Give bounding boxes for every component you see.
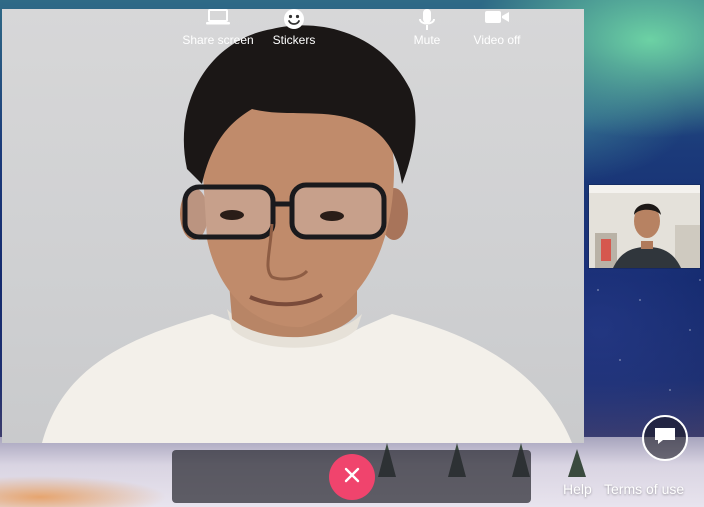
video-camera-icon: [484, 8, 510, 29]
mute-button[interactable]: Mute: [406, 0, 448, 53]
chat-bubble-icon: [654, 426, 676, 451]
chat-button[interactable]: [642, 415, 688, 461]
video-off-label: Video off: [473, 33, 521, 47]
self-view-video[interactable]: [589, 185, 700, 268]
laptop-icon: [205, 8, 231, 29]
stickers-button[interactable]: Stickers: [266, 0, 322, 53]
remote-participant: [42, 25, 572, 443]
video-off-button[interactable]: Video off: [466, 0, 528, 53]
mute-label: Mute: [413, 33, 441, 47]
smiley-icon: [283, 8, 305, 33]
microphone-icon: [418, 8, 436, 35]
stickers-label: Stickers: [272, 33, 316, 47]
close-icon: [343, 466, 361, 489]
local-participant: [589, 185, 700, 268]
remote-video: [2, 9, 584, 443]
tree: [568, 449, 586, 477]
horizon-glow: [0, 467, 200, 507]
share-screen-label: Share screen: [182, 33, 254, 47]
hang-up-button[interactable]: [329, 454, 375, 500]
help-link[interactable]: Help: [563, 481, 592, 497]
share-screen-button[interactable]: Share screen: [176, 0, 260, 53]
terms-of-use-link[interactable]: Terms of use: [604, 481, 684, 497]
